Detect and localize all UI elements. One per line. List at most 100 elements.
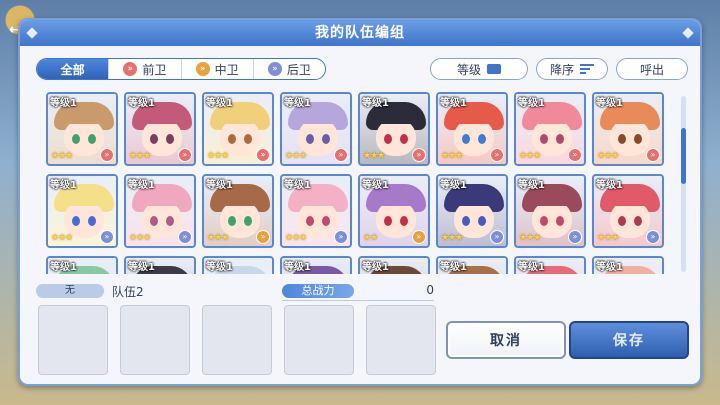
character-card[interactable]: 等级1 <box>436 256 508 274</box>
character-card[interactable]: 等级1 ★★★ » <box>280 92 352 166</box>
character-level: 等级1 <box>50 262 77 273</box>
portrait-eye <box>618 134 626 144</box>
team-slot[interactable] <box>284 305 354 375</box>
character-level: 等级1 <box>440 98 467 109</box>
filter-tab-middle[interactable]: » 中卫 <box>182 59 254 79</box>
grid-scrollbar[interactable] <box>681 96 686 272</box>
filter-tab-all[interactable]: 全部 <box>37 59 110 79</box>
front-position-icon: » <box>178 148 192 162</box>
back-position-icon: » <box>490 230 504 244</box>
character-card[interactable]: 等级1 ★★★ » <box>514 92 586 166</box>
character-card[interactable]: 等级1 ★★★ » <box>592 174 664 248</box>
team-slot[interactable] <box>366 305 436 375</box>
character-card[interactable]: 等级1 <box>280 256 352 274</box>
team-slot[interactable] <box>120 305 190 375</box>
team-slots <box>38 305 436 375</box>
character-card[interactable]: 等级1 <box>358 256 430 274</box>
character-card[interactable]: 等级1 <box>46 256 118 274</box>
star-rating: ★★★ <box>207 233 229 243</box>
portrait-eye <box>72 134 80 144</box>
dialog-title: 我的队伍编组 <box>315 25 405 41</box>
sort-icon <box>487 64 501 74</box>
character-card-list: 等级1 ★★★ » 等级1 ★★★ » 等级1 ★★★ » 等级1 ★★★ » 等级1 ★★★ » 等级1 ★★… <box>46 92 674 274</box>
character-level: 等级1 <box>596 180 623 191</box>
character-level: 等级1 <box>50 180 77 191</box>
character-level: 等级1 <box>596 262 623 273</box>
character-card[interactable]: 等级1 <box>514 256 586 274</box>
star-rating: ★★★ <box>597 151 619 161</box>
character-level: 等级1 <box>362 98 389 109</box>
team-info-bar: 无 队伍2 总战力 0 <box>36 283 434 301</box>
team-formation-dialog: 我的队伍编组 全部 » 前卫 » 中卫 » 后卫 等级 降序 呼出 等级1 ★★★» 等级… <box>18 18 702 386</box>
character-card[interactable]: 等级1 ★★★ » <box>436 174 508 248</box>
character-card[interactable]: 等级1 ★★★ » <box>436 92 508 166</box>
character-card[interactable]: 等级1 ★★★ » <box>124 174 196 248</box>
star-rating: ★★★ <box>441 151 463 161</box>
character-card[interactable]: 等级1 <box>592 256 664 274</box>
portrait-eye <box>72 216 80 226</box>
character-card[interactable]: 等级1 ★★★ » <box>358 92 430 166</box>
portrait-eye <box>150 134 158 144</box>
sort-order-button[interactable]: 降序 <box>536 58 608 80</box>
portrait-eye <box>540 134 548 144</box>
portrait-eye <box>556 134 564 144</box>
scrollbar-thumb[interactable] <box>681 128 686 184</box>
portrait-eye <box>540 216 548 226</box>
back-position-icon: » <box>646 230 660 244</box>
cancel-button[interactable]: 取消 <box>446 321 566 359</box>
character-card[interactable]: 等级1 ★★★ » <box>46 92 118 166</box>
summon-button[interactable]: 呼出 <box>616 58 688 80</box>
back-position-icon: » <box>568 230 582 244</box>
back-position-icon: » <box>334 230 348 244</box>
star-rating: ★★★ <box>285 151 307 161</box>
team-name[interactable]: 队伍2 <box>112 283 144 300</box>
portrait-eye <box>478 216 486 226</box>
portrait-eye <box>462 134 470 144</box>
character-level: 等级1 <box>518 98 545 109</box>
portrait-eye <box>166 134 174 144</box>
star-rating: ★★★ <box>597 233 619 243</box>
star-rating: ★★ <box>363 233 378 243</box>
portrait-eye <box>244 216 252 226</box>
star-rating: ★★★ <box>129 151 151 161</box>
portrait-eye <box>634 134 642 144</box>
character-level: 等级1 <box>206 180 233 191</box>
filter-tab-back[interactable]: » 后卫 <box>254 59 325 79</box>
character-card[interactable]: 等级1 ★★★ » <box>202 92 274 166</box>
character-level: 等级1 <box>596 98 623 109</box>
character-card[interactable]: 等级1 ★★★ » <box>514 174 586 248</box>
character-card[interactable]: 等级1 <box>124 256 196 274</box>
portrait-eye <box>556 216 564 226</box>
character-card[interactable]: 等级1 ★★ » <box>358 174 430 248</box>
sort-by-button[interactable]: 等级 <box>430 58 528 80</box>
character-level: 等级1 <box>440 262 467 273</box>
portrait-eye <box>384 216 392 226</box>
filter-tab-front[interactable]: » 前卫 <box>109 59 182 79</box>
character-card[interactable]: 等级1 <box>202 256 274 274</box>
save-button[interactable]: 保存 <box>569 321 689 359</box>
front-position-icon: » <box>334 148 348 162</box>
character-card[interactable]: 等级1 ★★★ » <box>280 174 352 248</box>
character-level: 等级1 <box>362 180 389 191</box>
character-card[interactable]: 等级1 ★★★ » <box>592 92 664 166</box>
team-tag: 无 <box>36 284 104 298</box>
star-rating: ★★★ <box>519 151 541 161</box>
character-level: 等级1 <box>206 98 233 109</box>
team-slot[interactable] <box>38 305 108 375</box>
character-card[interactable]: 等级1 ★★★ » <box>124 92 196 166</box>
character-card[interactable]: 等级1 ★★★ » <box>202 174 274 248</box>
character-level: 等级1 <box>128 180 155 191</box>
portrait-eye <box>400 134 408 144</box>
descending-order-icon <box>580 64 594 74</box>
team-slot[interactable] <box>202 305 272 375</box>
star-rating: ★★★ <box>285 233 307 243</box>
character-level: 等级1 <box>50 98 77 109</box>
portrait-eye <box>384 134 392 144</box>
portrait-eye <box>150 216 158 226</box>
portrait-eye <box>228 134 236 144</box>
character-level: 等级1 <box>518 262 545 273</box>
character-grid: 等级1 ★★★ » 等级1 ★★★ » 等级1 ★★★ » 等级1 ★★★ » 等级1 ★★★ » 等级1 ★★… <box>34 88 690 274</box>
total-power-label: 总战力 <box>282 284 354 298</box>
star-rating: ★★★ <box>129 233 151 243</box>
character-card[interactable]: 等级1 ★★★ » <box>46 174 118 248</box>
